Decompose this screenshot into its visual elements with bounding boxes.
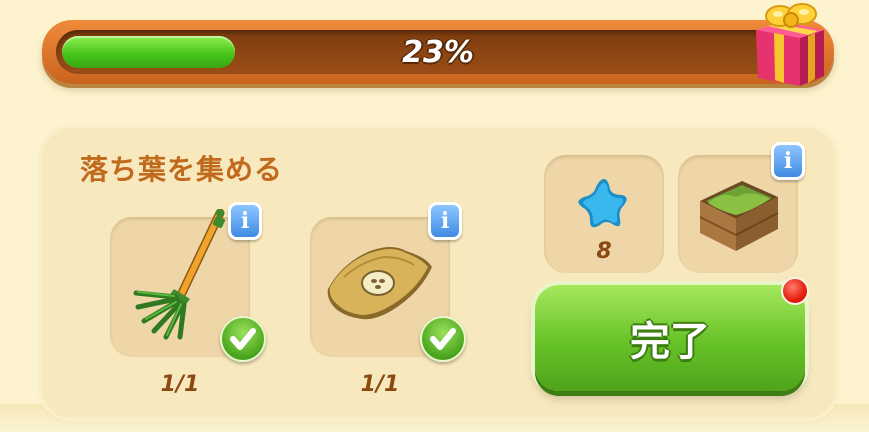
leaf-crate-info-button[interactable]: i xyxy=(771,142,805,180)
progress-percent-label: 23% xyxy=(402,34,474,70)
progress-track: 23% xyxy=(56,30,820,74)
rake-count: 1/1 xyxy=(160,372,200,397)
seed-cloth-icon xyxy=(327,247,432,320)
gift-box-icon[interactable] xyxy=(748,0,828,88)
task-progress-bar: 23% xyxy=(42,20,834,84)
seed-cloth-info-button[interactable]: i xyxy=(428,202,462,240)
rake-complete-check-icon xyxy=(220,316,266,362)
seed-cloth-count: 1/1 xyxy=(360,372,400,397)
blue-star-amount: 8 xyxy=(596,239,612,264)
seed-cloth-complete-check-icon xyxy=(420,316,466,362)
task-title: 落ち葉を集める xyxy=(80,153,284,186)
complete-button[interactable]: 完了 xyxy=(535,285,805,391)
leaf-crate-icon xyxy=(699,181,779,251)
rake-info-button[interactable]: i xyxy=(228,202,262,240)
reward-slot-blue-star: 8 xyxy=(544,155,664,273)
rake-icon xyxy=(133,209,225,340)
notification-dot-icon xyxy=(781,277,809,305)
blue-star-icon xyxy=(578,179,627,228)
